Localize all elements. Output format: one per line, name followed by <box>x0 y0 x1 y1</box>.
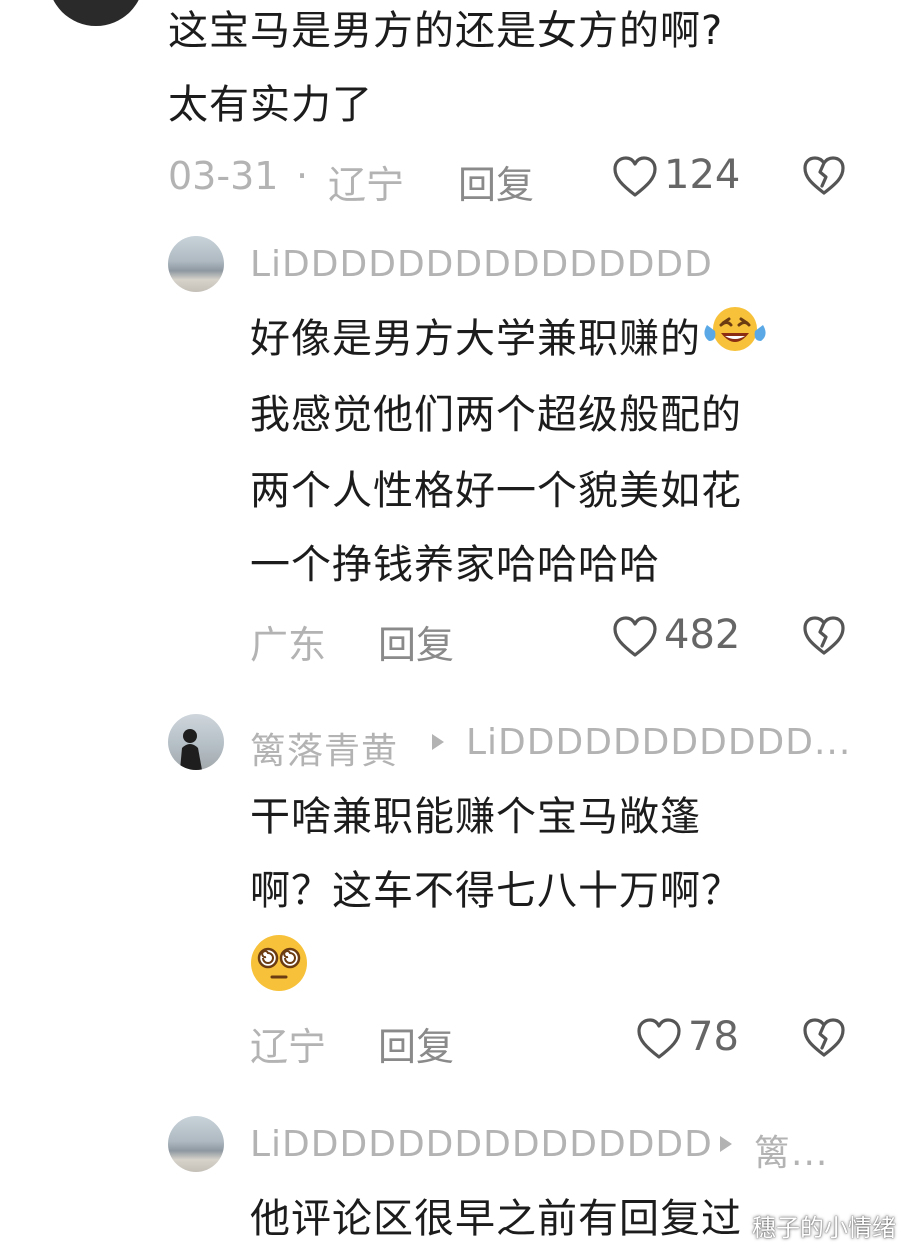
avatar[interactable] <box>168 236 224 292</box>
username[interactable]: 篱落青黄 <box>250 722 398 774</box>
comment-text-line: 好像是男方大学兼职赚的 <box>250 302 769 379</box>
like-count: 78 <box>688 1014 739 1060</box>
comment-date: 03-31 <box>168 154 279 198</box>
play-arrow-icon <box>718 1134 734 1154</box>
comment-text-line: 他评论区很早之前有回复过 <box>250 1196 742 1242</box>
broken-heart-icon[interactable] <box>802 616 846 656</box>
broken-heart-icon[interactable] <box>802 156 846 196</box>
comment-location: 辽宁 <box>250 1025 327 1069</box>
like-count: 124 <box>664 152 741 198</box>
reply-button[interactable]: 回复 <box>458 154 534 209</box>
reply-to-username[interactable]: 篱... <box>754 1124 828 1176</box>
avatar[interactable] <box>48 0 144 26</box>
heart-outline-icon[interactable] <box>612 156 658 198</box>
broken-heart-icon[interactable] <box>802 1018 846 1058</box>
comment-text-line: 这宝马是男方的还是女方的啊? <box>168 8 724 54</box>
comment-text-line: 干啥兼职能赚个宝马敞篷 <box>250 794 701 840</box>
comment-text-line: 一个挣钱养家哈哈哈哈 <box>250 542 660 588</box>
meta-separator: · <box>296 154 309 198</box>
heart-outline-icon[interactable] <box>636 1018 682 1060</box>
like-count: 482 <box>664 612 741 658</box>
username[interactable]: LiDDDDDDDDDDDDDDD <box>250 244 713 285</box>
laughing-crying-emoji <box>701 303 769 379</box>
play-arrow-icon <box>430 732 446 752</box>
avatar[interactable] <box>168 1116 224 1172</box>
comment-text-line: 太有实力了 <box>168 82 373 128</box>
heart-outline-icon[interactable] <box>612 616 658 658</box>
comment-location: 广东 <box>250 623 327 667</box>
dizzy-face-emoji <box>248 932 310 998</box>
reply-button[interactable]: 回复 <box>378 1016 454 1071</box>
reply-to-username[interactable]: LiDDDDDDDDDDD... <box>466 722 851 763</box>
username[interactable]: LiDDDDDDDDDDDDDDD <box>250 1124 713 1165</box>
comment-text-line: 两个人性格好一个貌美如花 <box>250 468 742 514</box>
watermark: 穗子的小情绪 <box>752 1214 896 1242</box>
comment-text-line: 我感觉他们两个超级般配的 <box>250 392 742 438</box>
comment-text-line: 啊？这车不得七八十万啊？ <box>250 868 742 914</box>
comment-location: 辽宁 <box>328 163 405 207</box>
reply-button[interactable]: 回复 <box>378 614 454 669</box>
avatar[interactable] <box>168 714 224 770</box>
